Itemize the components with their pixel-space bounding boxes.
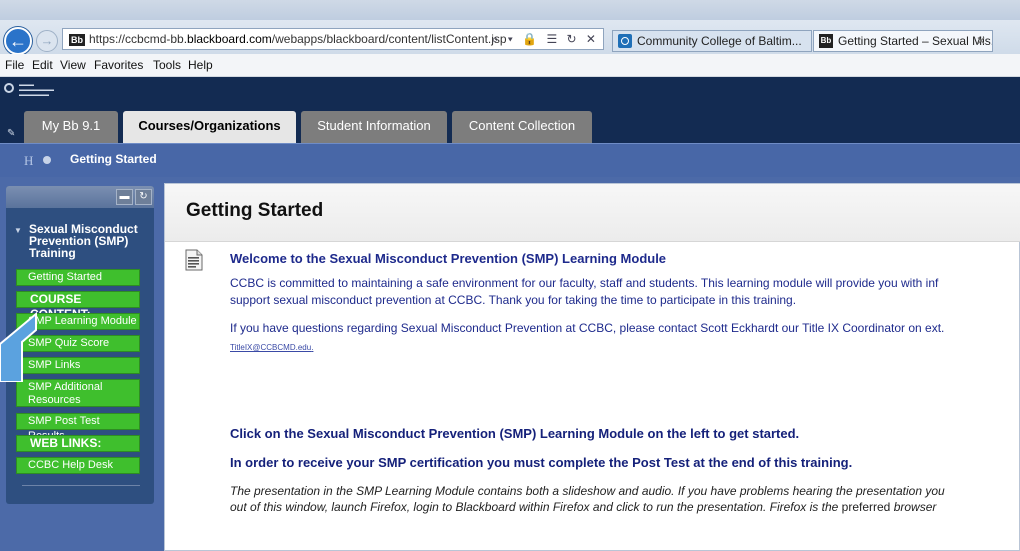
menu-tools[interactable]: Tools xyxy=(153,58,181,72)
email-link[interactable]: TitleIX@CCBCMD.edu xyxy=(230,343,311,352)
menu-view[interactable]: View xyxy=(60,58,86,72)
breadcrumb-separator-icon xyxy=(43,156,51,164)
page-title: Getting Started xyxy=(186,200,324,221)
email-suffix: . xyxy=(311,343,314,352)
folder-view-icon[interactable]: ▬ xyxy=(116,189,133,205)
contact-text: If you have questions regarding Sexual M… xyxy=(230,321,945,335)
tab-label: Community College of Baltim... xyxy=(637,34,802,48)
tab-my-bb[interactable]: My Bb 9.1 xyxy=(24,111,118,143)
presentation-note-line-2: out of this window, launch Firefox, logi… xyxy=(230,500,937,514)
menu-divider xyxy=(22,485,140,486)
url-text: https://ccbcmd-bb.blackboard.com/webapps… xyxy=(89,32,507,46)
blackboard-tab-favicon-icon: Bb xyxy=(819,34,833,48)
presentation-note-line-1: The presentation in the SMP Learning Mod… xyxy=(230,484,945,498)
tab-courses-organizations[interactable]: Courses/Organizations xyxy=(123,111,296,143)
browser-tab-getting-started[interactable]: Bb Getting Started – Sexual Mis... ✕ xyxy=(813,30,993,52)
course-menu-header-web-links: WEB LINKS: xyxy=(16,435,140,452)
course-menu-smp-additional-resources[interactable]: SMP Additional Resources xyxy=(16,379,140,407)
course-menu-getting-started[interactable]: Getting Started xyxy=(16,269,140,286)
pin-icon[interactable]: ✎ xyxy=(7,128,15,139)
welcome-heading: Welcome to the Sexual Misconduct Prevent… xyxy=(230,251,667,266)
window-titlebar xyxy=(0,0,1020,20)
breadcrumb-current: Getting Started xyxy=(70,152,157,166)
course-title[interactable]: Sexual Misconduct Prevention (SMP) Train… xyxy=(29,223,141,259)
close-tab-icon[interactable]: ✕ xyxy=(976,31,986,51)
menu-favorites[interactable]: Favorites xyxy=(94,58,143,72)
ccbc-favicon-icon xyxy=(618,34,632,48)
click-instruction: Click on the Sexual Misconduct Preventio… xyxy=(230,426,800,441)
forward-button[interactable]: → xyxy=(36,30,58,52)
blackboard-favicon-icon: Bb xyxy=(69,33,85,46)
tab-student-information[interactable]: Student Information xyxy=(301,111,447,143)
refresh-icon[interactable]: ↻ xyxy=(135,189,152,205)
tab-label: Getting Started – Sexual Mis... xyxy=(838,34,993,48)
menu-help[interactable]: Help xyxy=(188,58,213,72)
pointer-arrow-icon xyxy=(0,311,37,382)
menu-edit[interactable]: Edit xyxy=(32,58,53,72)
collapse-triangle-icon[interactable]: ▼ xyxy=(14,226,22,235)
ccbc-logo-icon[interactable] xyxy=(4,83,14,93)
browser-tab-ccbc[interactable]: Community College of Baltim... xyxy=(612,30,812,52)
certification-instruction: In order to receive your SMP certificati… xyxy=(230,455,853,470)
course-menu-ccbc-help-desk[interactable]: CCBC Help Desk xyxy=(16,457,140,474)
intro-text-line-1: CCBC is committed to maintaining a safe … xyxy=(230,276,939,290)
document-icon xyxy=(185,249,203,271)
url-input[interactable]: Bb https://ccbcmd-bb.blackboard.com/webap… xyxy=(62,28,604,50)
course-menu-smp-post-test-results[interactable]: SMP Post Test Results xyxy=(16,413,140,442)
back-button[interactable]: ← xyxy=(4,27,32,55)
ccbc-logo-text: ▬▬▬ ▬▬▬▬▬▬▬ ▬▬▬▬▬▬ xyxy=(19,82,54,98)
menu-file[interactable]: File xyxy=(5,58,24,72)
tab-content-collection[interactable]: Content Collection xyxy=(452,111,592,143)
url-action-icons[interactable]: ⌕ ▾ 🔒 ☰ ↻ ✕ xyxy=(492,29,599,49)
email-line: TitleIX@CCBCMD.edu. xyxy=(230,343,313,352)
intro-text-line-2: support sexual misconduct prevention at … xyxy=(230,293,797,307)
breadcrumb-home-icon[interactable]: H xyxy=(24,153,33,169)
